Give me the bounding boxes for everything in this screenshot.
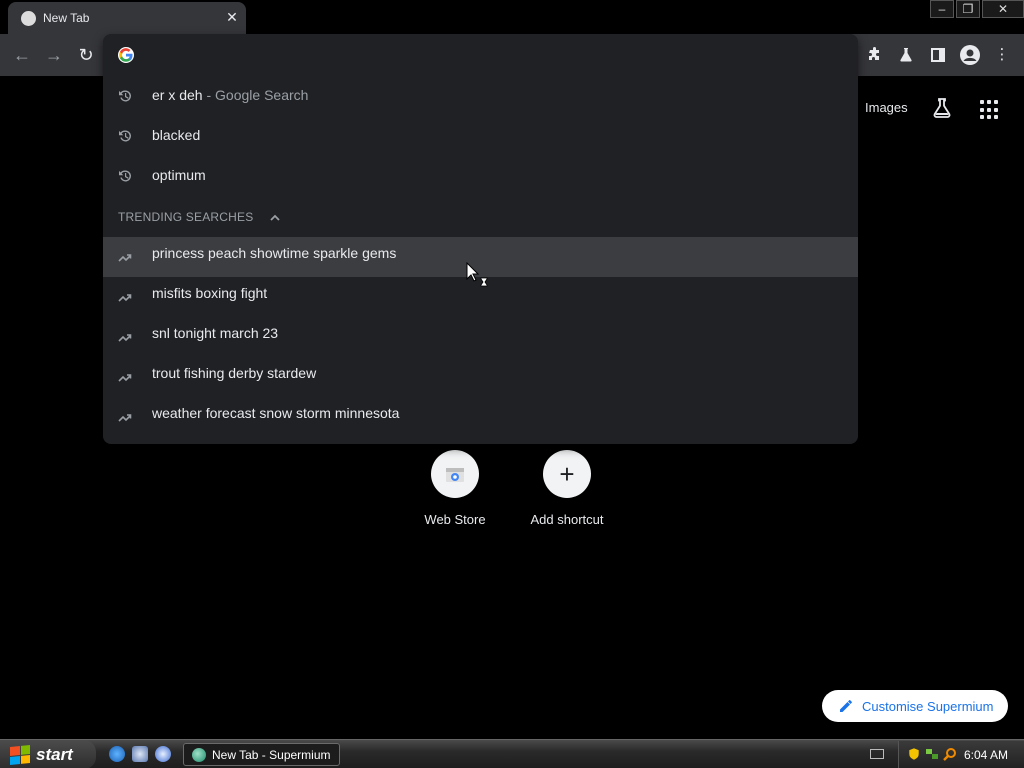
tab-favicon-icon [21, 11, 36, 26]
keyboard-icon[interactable] [870, 749, 884, 759]
trending-icon [118, 294, 132, 302]
taskbar-window-button[interactable]: New Tab - Supermium [183, 743, 340, 766]
suggestion-text: misfits boxing fight [152, 285, 268, 301]
profile-avatar-icon[interactable] [958, 43, 982, 67]
trending-icon [118, 334, 132, 342]
start-button[interactable]: start [0, 740, 96, 768]
history-suggestion[interactable]: er x deh - Google Search [103, 76, 858, 116]
customise-label: Customise Supermium [862, 698, 994, 714]
trending-suggestion[interactable]: trout fishing derby stardew [103, 357, 858, 397]
web-store-icon [431, 450, 479, 498]
shortcut-label: Web Store [424, 512, 486, 527]
suggestion-text: trout fishing derby stardew [152, 365, 317, 381]
plus-icon: + [543, 450, 591, 498]
shortcut-web-store[interactable]: Web Store [400, 450, 510, 527]
internet-explorer-icon[interactable] [109, 746, 125, 762]
add-shortcut-button[interactable]: + Add shortcut [512, 450, 622, 527]
search-labs-flask-icon[interactable] [930, 96, 954, 120]
forward-button[interactable]: → [42, 43, 66, 67]
trending-suggestion[interactable]: snl tonight march 23 [103, 317, 858, 357]
window-controls: – ❐ ✕ [928, 0, 1024, 20]
restore-button[interactable]: ❐ [956, 0, 980, 18]
customise-button[interactable]: Customise Supermium [822, 690, 1008, 722]
history-icon [119, 130, 131, 142]
omnibox-input[interactable] [103, 34, 858, 76]
google-apps-icon[interactable] [980, 100, 1000, 120]
trending-searches-header: TRENDING SEARCHES [118, 210, 254, 224]
network-icon[interactable] [925, 747, 939, 761]
taskbar-window-label: New Tab - Supermium [212, 747, 331, 762]
suggestion-text: snl tonight march 23 [152, 325, 279, 341]
shortcut-label: Add shortcut [530, 512, 604, 527]
start-label: start [36, 744, 73, 764]
tab-title: New Tab [43, 11, 90, 25]
close-window-button[interactable]: ✕ [982, 0, 1024, 18]
history-icon [119, 170, 131, 182]
extensions-icon[interactable] [862, 43, 886, 67]
security-shield-icon[interactable] [907, 747, 921, 761]
history-suggestion[interactable]: optimum [103, 156, 858, 196]
windows-flag-icon [10, 744, 30, 765]
reload-button[interactable]: ↻ [74, 43, 98, 67]
system-tray: 6:04 AM [898, 741, 1024, 768]
mouse-cursor-busy-icon [466, 262, 488, 287]
suggestion-text: blacked [152, 127, 201, 143]
media-player-icon[interactable] [155, 746, 171, 762]
images-link[interactable]: Images [865, 100, 908, 115]
google-g-icon [118, 47, 134, 63]
taskbar: start New Tab - Supermium 6:04 AM [0, 739, 1024, 768]
labs-flask-icon[interactable] [894, 43, 918, 67]
chevron-up-icon[interactable] [268, 211, 282, 225]
outlook-express-icon[interactable] [132, 746, 148, 762]
trending-icon [118, 414, 132, 422]
suggestion-text: er x deh [152, 87, 203, 103]
tab-close-icon[interactable]: ✕ [224, 9, 240, 25]
trending-icon [118, 254, 132, 262]
omnibox-dropdown: er x deh - Google Search blacked optimum… [103, 34, 858, 444]
side-panel-icon[interactable] [926, 43, 950, 67]
chrome-menu-icon[interactable]: ⋮ [990, 43, 1014, 67]
minimize-button[interactable]: – [930, 0, 954, 18]
history-icon [119, 90, 131, 102]
trending-suggestion[interactable]: weather forecast snow storm minnesota [103, 397, 858, 437]
suggestion-text: optimum [152, 167, 206, 183]
suggestion-text: weather forecast snow storm minnesota [152, 405, 400, 421]
suggestion-text: princess peach showtime sparkle gems [152, 245, 397, 261]
tab-new-tab[interactable]: New Tab ✕ [8, 2, 246, 34]
suggestion-suffix: - Google Search [202, 87, 309, 103]
tab-strip: New Tab ✕ – ❐ ✕ [0, 0, 1024, 34]
trending-icon [118, 374, 132, 382]
clock: 6:04 AM [963, 748, 1008, 762]
supermium-icon [192, 747, 206, 762]
pencil-icon [840, 700, 852, 712]
back-button[interactable]: ← [10, 43, 34, 67]
history-suggestion[interactable]: blacked [103, 116, 858, 156]
search-tray-icon[interactable] [943, 747, 957, 761]
